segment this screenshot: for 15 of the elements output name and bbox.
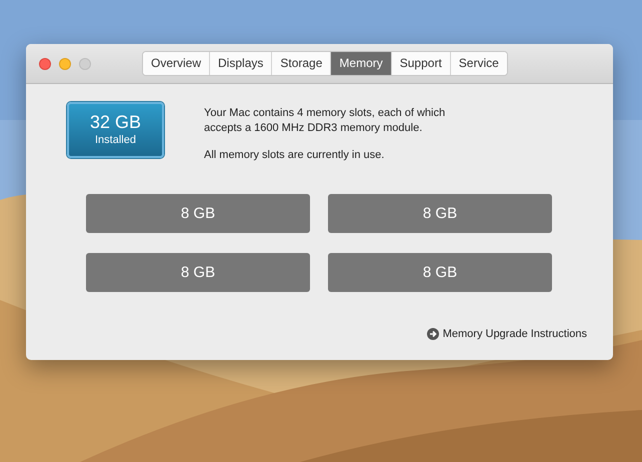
upgrade-instructions-link[interactable]: Memory Upgrade Instructions [426,328,587,340]
arrow-icon [426,328,439,340]
memory-slot: 8 GB [86,253,310,292]
slots-description: Your Mac contains 4 memory slots, each of which accepts a 1600 MHz DDR3 memory module. [204,106,446,136]
close-icon[interactable] [39,58,51,70]
minimize-icon[interactable] [59,58,71,70]
tab[interactable]: Service [450,52,507,75]
memory-slot: 8 GB [328,253,552,292]
memory-slot: 8 GB [86,194,310,233]
slots-status: All memory slots are currently in use. [204,148,386,163]
zoom-icon[interactable] [79,58,91,70]
memory-amount: 32 GB [90,112,142,133]
tab[interactable]: Memory [330,52,391,75]
memory-slot: 8 GB [328,194,552,233]
installed-label: Installed [95,133,136,148]
